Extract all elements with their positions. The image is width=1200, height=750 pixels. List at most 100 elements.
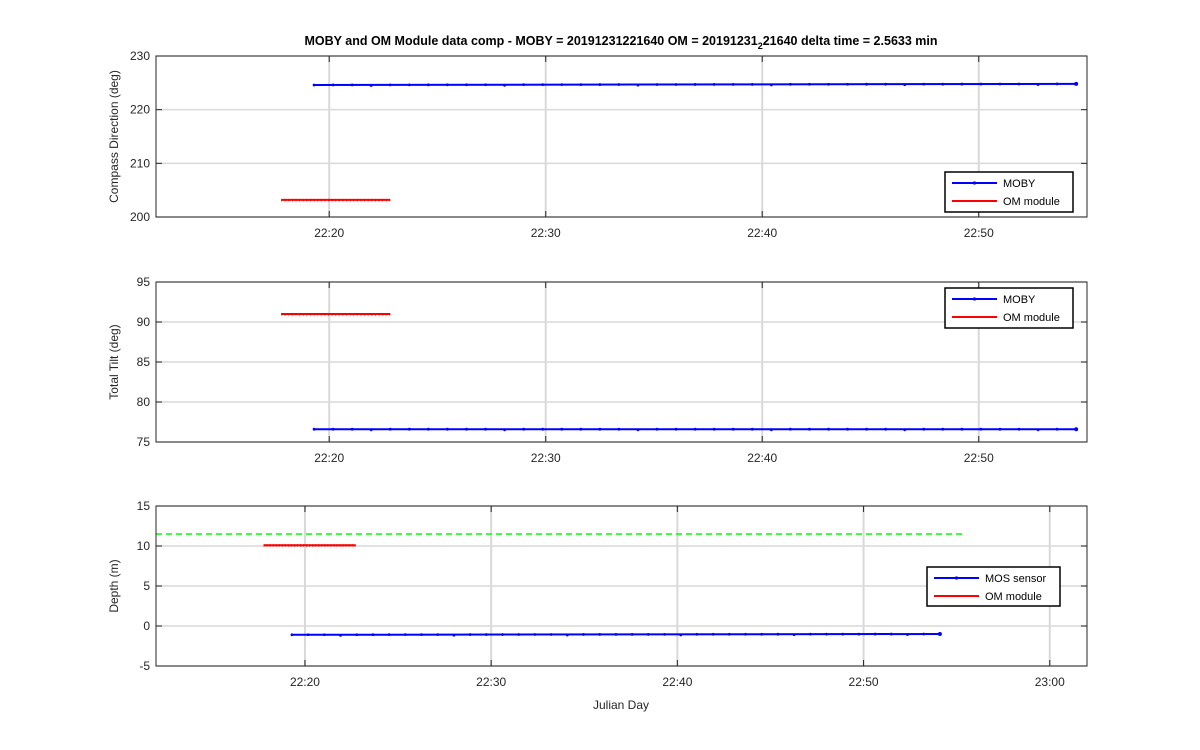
legend: MOS sensor OM module (926, 566, 1061, 607)
series-point-moby (560, 83, 564, 87)
y-tick-label: 200 (130, 210, 150, 224)
series-point-moby (979, 427, 983, 431)
series-point-moby (484, 83, 487, 87)
x-tick-label: 22:30 (476, 675, 506, 689)
series-point-moby (541, 83, 545, 87)
series-point-moby (350, 427, 354, 431)
series-point-moby (998, 82, 1002, 86)
series-point-moby (808, 82, 811, 86)
series-end-moby (1074, 81, 1079, 86)
series-point-moby (407, 83, 411, 87)
series-point-moby (750, 427, 754, 431)
x-axis-label: Julian Day (593, 698, 649, 712)
y-axis-label: Total Tilt (deg) (107, 324, 121, 399)
series-point-moby (884, 82, 888, 86)
series-point-moby (350, 83, 354, 87)
figure: MOBY and OM Module data comp - MOBY = 20… (0, 0, 1200, 750)
figure-title-tail: 21640 delta time = 2.5633 min (763, 34, 938, 48)
x-tick-label: 23:00 (1035, 675, 1065, 689)
series-point-mos-sensor (468, 633, 472, 636)
series-point-mos-sensor (792, 633, 796, 637)
series-point-mos-sensor (371, 633, 375, 637)
series-point-moby (941, 427, 945, 431)
series-point-mos-sensor (889, 632, 893, 636)
series-point-mos-sensor (355, 633, 359, 637)
series-point-moby (712, 427, 716, 431)
series-point-mos-sensor (484, 633, 488, 636)
y-tick-label: 10 (137, 539, 151, 553)
series-point-moby (331, 427, 335, 431)
series-point-mos-sensor (663, 632, 666, 636)
legend-label-moby: MOBY (1003, 178, 1036, 190)
x-tick-label: 22:40 (747, 226, 777, 240)
series-point-moby (579, 427, 583, 431)
series-point-moby (731, 427, 735, 431)
series-end-mos-sensor (937, 632, 942, 636)
series-point-mos-sensor (825, 632, 828, 636)
series-point-moby (636, 428, 640, 432)
series-point-moby (369, 84, 373, 87)
y-tick-label: 95 (137, 275, 151, 289)
legend-label-om-module: OM module (1003, 312, 1060, 324)
series-point-moby (655, 427, 659, 431)
series-point-mos-sensor (387, 633, 391, 637)
legend-label-om-module: OM module (1003, 196, 1060, 208)
x-tick-label: 22:50 (849, 675, 879, 689)
x-tick-label: 22:30 (531, 226, 561, 240)
legend-label-mos-sensor: MOS sensor (985, 573, 1046, 585)
series-point-mos-sensor (420, 633, 423, 637)
series-point-mos-sensor (598, 633, 602, 636)
series-point-moby (598, 427, 602, 431)
series-point-moby (960, 82, 964, 86)
series-point-mos-sensor (873, 632, 877, 636)
series-point-mos-sensor (711, 632, 715, 636)
series-point-moby (522, 427, 526, 431)
series-point-moby (674, 427, 678, 431)
series-point-moby (788, 82, 792, 86)
x-tick-label: 22:50 (964, 451, 994, 465)
x-tick-label: 22:50 (964, 226, 994, 240)
series-point-mos-sensor (582, 633, 585, 636)
series-point-moby (693, 427, 697, 431)
y-tick-label: 210 (130, 156, 150, 170)
series-point-mos-sensor (727, 632, 731, 636)
y-tick-label: 0 (143, 619, 150, 633)
y-tick-label: 220 (130, 103, 150, 117)
series-point-mos-sensor (646, 632, 650, 636)
series-point-moby (598, 83, 602, 86)
series-point-mos-sensor (436, 633, 440, 637)
series-point-moby (846, 82, 849, 86)
subplot-2: 22:20 22:30 22:40 22:50 75 80 85 90 95 Total Tilt… (107, 275, 1088, 465)
series-point-moby (922, 427, 926, 431)
series-point-moby (446, 83, 449, 87)
series-point-moby (636, 83, 640, 87)
y-tick-label: 80 (137, 395, 151, 409)
y-tick-label: 90 (137, 315, 151, 329)
series-point-moby (484, 427, 487, 431)
y-tick-label: 85 (137, 355, 151, 369)
series-point-moby (426, 83, 430, 87)
x-tick-label: 22:30 (531, 451, 561, 465)
series-point-moby (998, 427, 1002, 431)
series-point-moby (712, 83, 716, 86)
series-point-moby (1036, 83, 1040, 86)
series-point-moby (579, 83, 583, 87)
figure-title-main: MOBY and OM Module data comp - MOBY = 20… (305, 34, 758, 48)
series-point-moby (903, 83, 907, 87)
series-point-moby (503, 428, 506, 432)
series-point-moby (808, 427, 811, 431)
series-point-mos-sensor (857, 632, 861, 636)
series-point-moby (1036, 428, 1040, 432)
series-point-moby (522, 83, 526, 87)
series-point-moby (617, 427, 621, 431)
series-point-moby (1017, 427, 1021, 431)
x-tick-label: 22:40 (662, 675, 692, 689)
subplot-3: 22:20 22:30 22:40 22:50 23:00 -5 0 5 10 15 Depth (… (107, 499, 1088, 689)
series-point-mos-sensor (403, 633, 407, 637)
x-tick-label: 22:40 (747, 451, 777, 465)
series-point-moby (655, 83, 659, 86)
series-point-moby (769, 83, 773, 87)
series-point-moby (388, 83, 392, 87)
y-axis-label: Compass Direction (deg) (107, 70, 121, 203)
y-tick-label: 15 (137, 499, 151, 513)
